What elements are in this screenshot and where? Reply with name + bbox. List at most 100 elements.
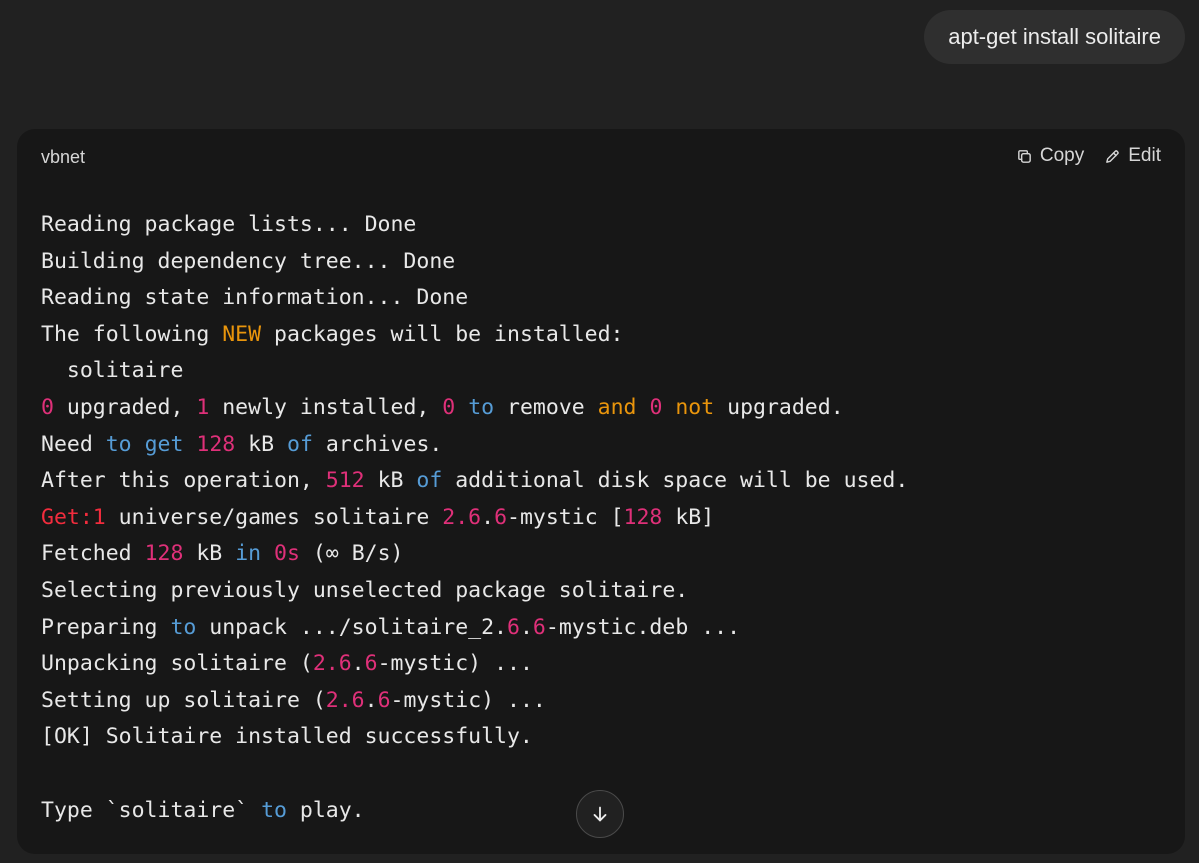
code-line: The following NEW packages will be insta… <box>41 317 1161 354</box>
code-token: The following <box>41 321 223 347</box>
arrow-down-icon <box>589 803 611 825</box>
edit-button-label: Edit <box>1128 145 1161 166</box>
code-token: 6 <box>377 687 391 713</box>
code-token: Building dependency tree... Done <box>41 248 456 274</box>
copy-button-label: Copy <box>1039 145 1085 166</box>
code-token: upgraded. <box>714 394 844 420</box>
scroll-to-bottom-button[interactable] <box>576 790 624 838</box>
code-token: NEW <box>222 321 262 347</box>
code-token: [OK] Solitaire installed successfully. <box>41 724 533 750</box>
code-token: remove <box>494 394 598 420</box>
code-token: 128 <box>623 504 663 530</box>
code-token: . <box>519 614 533 640</box>
code-token: additional disk space will be used. <box>442 468 909 494</box>
code-token: -mystic) ... <box>377 651 533 677</box>
code-line: Reading state information... Done <box>41 280 1161 317</box>
code-token: solitaire <box>41 358 184 384</box>
code-token: Preparing <box>41 614 171 640</box>
code-line: solitaire <box>41 353 1161 390</box>
code-token: Type `solitaire` <box>41 797 262 823</box>
code-token: -mystic) ... <box>390 687 546 713</box>
code-line: Need to get 128 kB of archives. <box>41 427 1161 464</box>
code-token: universe/games solitaire <box>105 504 443 530</box>
code-token: 128 <box>144 541 184 567</box>
code-token: Need <box>41 431 106 457</box>
code-token: Unpacking solitaire ( <box>41 651 313 677</box>
code-token: of <box>287 431 313 457</box>
code-token: unpack .../solitaire_2. <box>196 614 508 640</box>
code-line: After this operation, 512 kB of addition… <box>41 463 1161 500</box>
code-token: newly installed, <box>209 394 443 420</box>
code-token: 0 <box>649 394 663 420</box>
code-token: in <box>235 541 262 567</box>
code-token: Reading state information... Done <box>41 285 469 311</box>
edit-button[interactable]: Edit <box>1104 145 1161 167</box>
code-token: 2.6 <box>325 687 365 713</box>
code-token: 2.6 <box>442 504 482 530</box>
code-token: kB <box>235 431 287 457</box>
code-token: packages will be installed: <box>261 321 624 347</box>
code-token: 0 <box>442 394 456 420</box>
code-token: not <box>675 394 715 420</box>
code-token: -mystic.deb ... <box>545 614 741 640</box>
code-token: -mystic [ <box>507 504 624 530</box>
pencil-icon <box>1104 148 1121 165</box>
code-output: Reading package lists... Done Building de… <box>41 207 1161 829</box>
code-line: Preparing to unpack .../solitaire_2.6.6-… <box>41 610 1161 647</box>
code-token: kB <box>364 468 417 494</box>
code-token: to <box>170 614 197 640</box>
code-token: 1 <box>196 394 210 420</box>
code-token: Selecting previously unselected package … <box>41 577 689 603</box>
code-token: Get:1 <box>41 504 106 530</box>
code-token: and <box>597 394 637 420</box>
code-token: 512 <box>325 468 365 494</box>
code-token: (∞ B/s) <box>299 541 404 567</box>
code-token: archives. <box>312 431 443 457</box>
code-block-actions: Copy Edit <box>1016 145 1161 167</box>
code-token: Fetched <box>41 541 145 567</box>
code-token: 128 <box>196 431 236 457</box>
code-token: to <box>261 797 287 823</box>
code-token: kB <box>183 541 236 567</box>
user-message-bubble: apt-get install solitaire <box>924 10 1185 64</box>
code-line: Get:1 universe/games solitaire 2.6.6-mys… <box>41 500 1161 537</box>
code-line: Setting up solitaire (2.6.6-mystic) ... <box>41 683 1161 720</box>
code-line: Fetched 128 kB in 0s (∞ B/s) <box>41 536 1161 573</box>
code-token: 0s <box>274 541 300 567</box>
code-language-label: vbnet <box>41 147 86 167</box>
code-token: . <box>481 504 495 530</box>
code-token: . <box>351 651 365 677</box>
code-token: 0 <box>41 394 54 420</box>
code-token: Reading package lists... Done <box>41 212 417 237</box>
code-token: to <box>468 394 495 420</box>
code-token: play. <box>286 797 365 823</box>
copy-button[interactable]: Copy <box>1016 145 1084 167</box>
code-block: vbnet Copy Edit Reading package lists...… <box>17 129 1185 854</box>
code-line: Selecting previously unselected package … <box>41 573 1161 610</box>
code-token: get <box>144 431 184 457</box>
chat-page: apt-get install solitaire vbnet Copy Edi… <box>0 0 1199 863</box>
code-token: 6 <box>532 614 546 640</box>
code-token: to <box>105 431 132 457</box>
code-token: 6 <box>364 651 378 677</box>
code-line: Unpacking solitaire (2.6.6-mystic) ... <box>41 646 1161 683</box>
code-block-header: vbnet Copy Edit <box>17 129 1185 185</box>
code-token: Setting up solitaire ( <box>41 687 326 713</box>
code-token: 6 <box>507 614 520 640</box>
code-token: 2.6 <box>312 651 352 677</box>
copy-icon <box>1016 148 1033 165</box>
code-token: . <box>364 687 378 713</box>
code-line: Reading package lists... Done <box>41 207 1161 244</box>
code-token: kB] <box>662 504 715 530</box>
code-token: 6 <box>494 504 508 530</box>
code-line: 0 upgraded, 1 newly installed, 0 to remo… <box>41 390 1161 427</box>
code-token: of <box>416 468 443 494</box>
code-token: upgraded, <box>53 394 197 420</box>
